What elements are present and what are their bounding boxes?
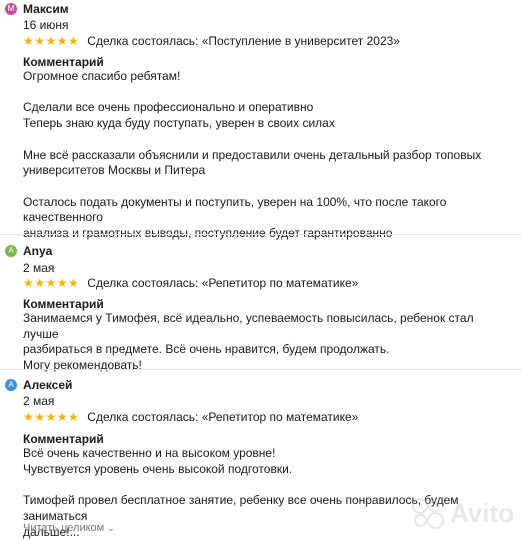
avatar[interactable]: М <box>5 3 17 15</box>
deal-text: Сделка состоялась: «Репетитор по математ… <box>87 276 359 290</box>
comment-text: Огромное спасибо ребятам! Сделали все оч… <box>23 69 482 240</box>
review-date: 2 мая <box>23 261 55 275</box>
watermark-text: Avito <box>449 497 514 528</box>
star-rating-icon: ★★★★★ <box>23 276 80 290</box>
comment-heading: Комментарий <box>23 55 104 69</box>
deal-text: Сделка состоялась: «Репетитор по математ… <box>87 410 359 424</box>
reviewer-name[interactable]: Максим <box>23 2 69 16</box>
avito-logo-icon <box>410 496 444 530</box>
rating-line: ★★★★★ Сделка состоялась: «Репетитор по м… <box>23 276 358 290</box>
deal-text: Сделка состоялась: «Поступление в универ… <box>87 34 400 48</box>
rating-line: ★★★★★ Сделка состоялась: «Поступление в … <box>23 34 400 48</box>
review-date: 2 мая <box>23 394 55 408</box>
avito-watermark: Avito <box>410 496 514 530</box>
divider <box>0 369 522 370</box>
divider <box>0 234 522 235</box>
avatar[interactable]: А <box>5 379 17 391</box>
read-more-link[interactable]: Читать целиком ⌄ <box>23 522 115 534</box>
reviewer-name[interactable]: Anya <box>23 244 52 258</box>
read-more-label: Читать целиком <box>23 522 105 534</box>
comment-heading: Комментарий <box>23 297 104 311</box>
star-rating-icon: ★★★★★ <box>23 410 80 424</box>
avatar[interactable]: A <box>5 245 17 257</box>
comment-text: Занимаемся у Тимофея, всё идеально, успе… <box>23 311 474 373</box>
reviewer-name[interactable]: Алексей <box>23 378 72 392</box>
star-rating-icon: ★★★★★ <box>23 34 80 48</box>
review-date: 16 июня <box>23 18 69 32</box>
comment-heading: Комментарий <box>23 432 104 446</box>
chevron-down-icon: ⌄ <box>107 522 115 533</box>
rating-line: ★★★★★ Сделка состоялась: «Репетитор по м… <box>23 410 358 424</box>
